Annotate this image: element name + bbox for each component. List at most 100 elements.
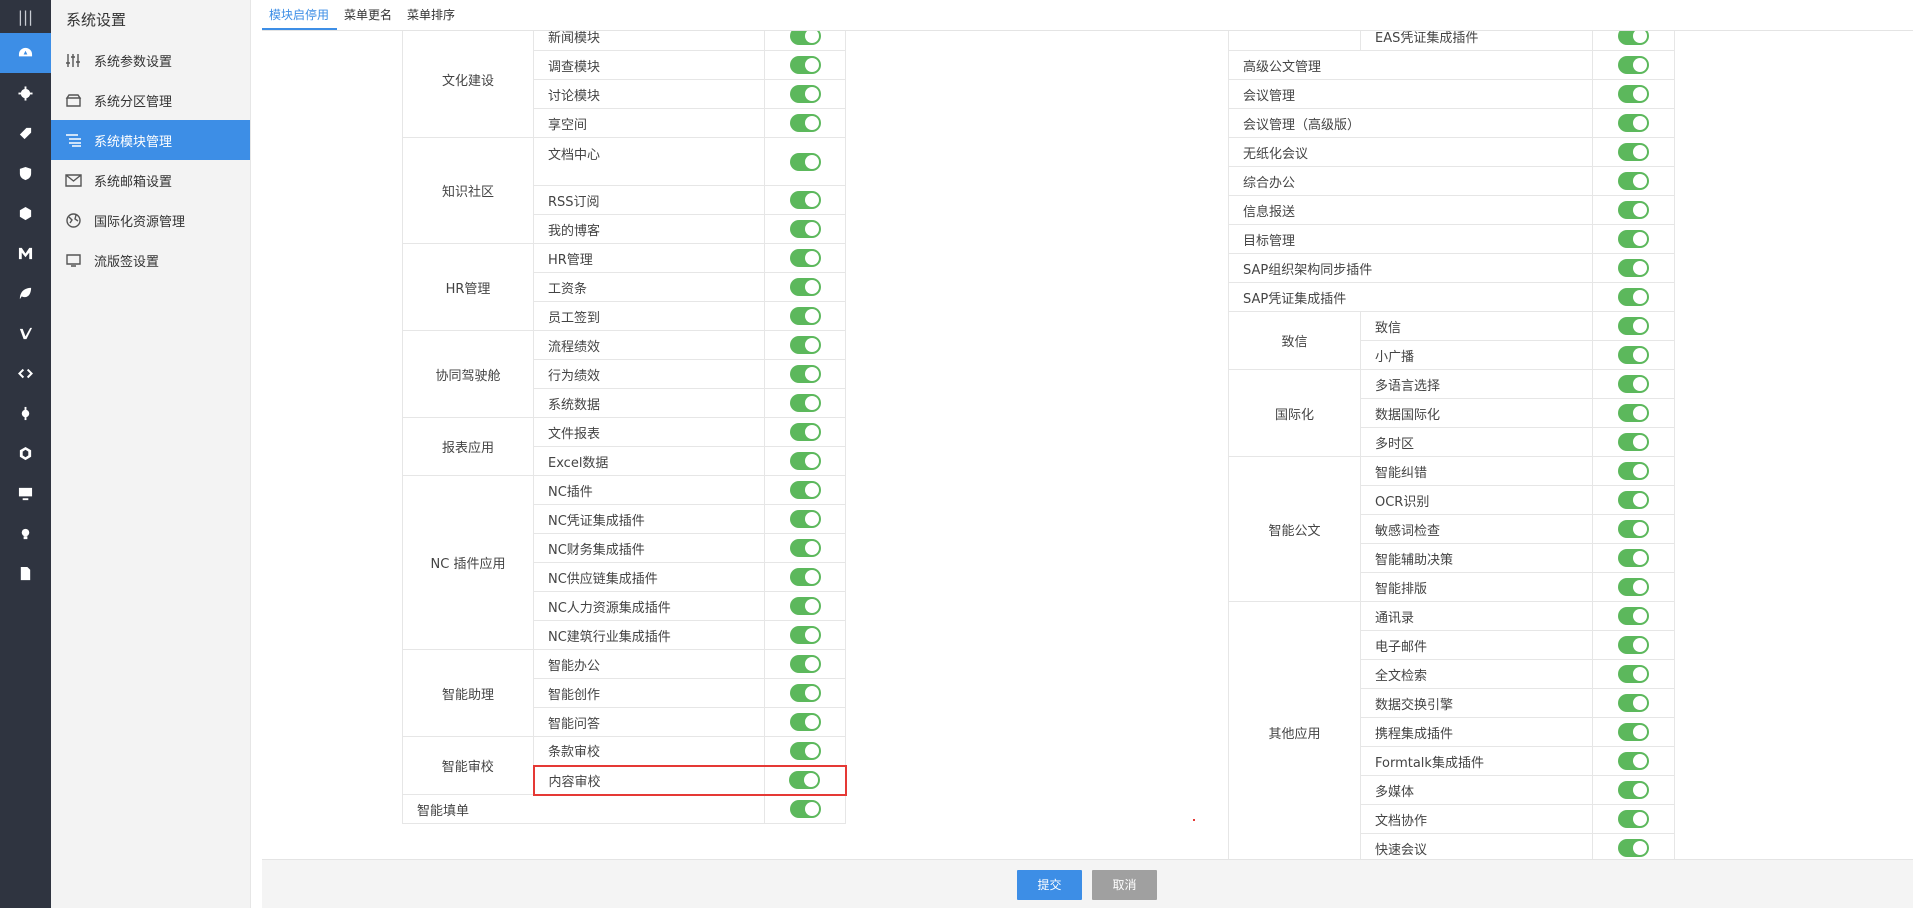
enable-toggle[interactable] <box>789 249 821 267</box>
enable-toggle[interactable] <box>789 626 821 644</box>
enable-toggle[interactable] <box>789 31 821 45</box>
enable-toggle[interactable] <box>1618 839 1649 857</box>
cube-icon[interactable] <box>0 433 51 473</box>
enable-toggle[interactable] <box>1618 433 1649 451</box>
enable-toggle[interactable] <box>789 597 821 615</box>
enable-toggle[interactable] <box>1618 462 1649 480</box>
enable-toggle[interactable] <box>789 539 821 557</box>
enable-toggle[interactable] <box>789 394 821 412</box>
shield-icon[interactable] <box>0 153 51 193</box>
enable-toggle[interactable] <box>789 85 821 103</box>
enable-toggle[interactable] <box>789 481 821 499</box>
toggle-cell <box>1592 166 1675 196</box>
tab[interactable]: 菜单更名 <box>337 0 400 30</box>
enable-toggle[interactable] <box>789 800 821 819</box>
enable-toggle[interactable] <box>1618 259 1649 277</box>
enable-toggle[interactable] <box>789 771 821 789</box>
dashboard-icon[interactable] <box>0 33 51 73</box>
enable-toggle[interactable] <box>789 307 821 325</box>
gear-icon[interactable] <box>0 73 51 113</box>
enable-toggle[interactable] <box>1618 230 1649 248</box>
enable-toggle[interactable] <box>1618 201 1649 219</box>
menu-item[interactable]: 国际化资源管理 <box>51 200 250 240</box>
table-row: 无纸化会议 <box>1228 137 1675 167</box>
enable-toggle[interactable] <box>1618 636 1649 654</box>
hamburger-icon[interactable]: ||| <box>0 0 51 33</box>
table-row: EAS凭证集成插件 <box>1228 31 1675 51</box>
enable-toggle[interactable] <box>789 336 821 354</box>
menu-item[interactable]: 系统分区管理 <box>51 80 250 120</box>
m-letter-icon[interactable] <box>0 233 51 273</box>
toggle-cell <box>1592 833 1675 859</box>
module-name: 综合办公 <box>1228 166 1593 196</box>
toggle-cell <box>1592 253 1675 283</box>
enable-toggle[interactable] <box>789 510 821 528</box>
enable-toggle[interactable] <box>1618 56 1649 74</box>
module-name: 多媒体 <box>1360 775 1593 805</box>
hexagon-icon[interactable] <box>0 193 51 233</box>
cancel-button[interactable]: 取消 <box>1092 870 1157 900</box>
enable-toggle[interactable] <box>789 365 821 383</box>
enable-toggle[interactable] <box>1618 665 1649 683</box>
toggle-cell <box>1592 485 1675 515</box>
enable-toggle[interactable] <box>1618 317 1649 335</box>
enable-toggle[interactable] <box>1618 143 1649 161</box>
enable-toggle[interactable] <box>1618 607 1649 625</box>
enable-toggle[interactable] <box>789 56 821 74</box>
enable-toggle[interactable] <box>1618 288 1649 306</box>
enable-toggle[interactable] <box>1618 781 1649 799</box>
enable-toggle[interactable] <box>789 655 821 673</box>
enable-toggle[interactable] <box>1618 520 1649 538</box>
enable-toggle[interactable] <box>1618 578 1649 596</box>
menu-item[interactable]: 系统邮箱设置 <box>51 160 250 200</box>
enable-toggle[interactable] <box>1618 85 1649 103</box>
tab[interactable]: 菜单排序 <box>400 0 463 30</box>
toggle-cell <box>1592 311 1675 341</box>
enable-toggle[interactable] <box>789 568 821 586</box>
enable-toggle[interactable] <box>789 152 821 171</box>
enable-toggle[interactable] <box>789 220 821 238</box>
enable-toggle[interactable] <box>789 423 821 441</box>
submit-button[interactable]: 提交 <box>1017 870 1082 900</box>
tab[interactable]: 模块启停用 <box>262 0 338 30</box>
enable-toggle[interactable] <box>789 741 821 760</box>
toggle-cell <box>1592 79 1675 109</box>
module-name: 享空间 <box>533 108 765 138</box>
module-name: 高级公文管理 <box>1228 50 1593 80</box>
enable-toggle[interactable] <box>1618 752 1649 770</box>
enable-toggle[interactable] <box>1618 375 1649 393</box>
toggle-cell <box>764 620 846 650</box>
tag-icon[interactable] <box>0 113 51 153</box>
enable-toggle[interactable] <box>1618 549 1649 567</box>
leaf-icon[interactable] <box>0 273 51 313</box>
cog-icon[interactable] <box>0 393 51 433</box>
menu-item[interactable]: 流版签设置 <box>51 240 250 280</box>
enable-toggle[interactable] <box>1618 723 1649 741</box>
menu-item[interactable]: 系统参数设置 <box>51 40 250 80</box>
menu-item[interactable]: 系统模块管理 <box>51 120 250 160</box>
enable-toggle[interactable] <box>1618 346 1649 364</box>
enable-toggle[interactable] <box>789 191 821 209</box>
enable-toggle[interactable] <box>1618 31 1649 45</box>
toggle-cell <box>764 475 846 505</box>
toggle-cell <box>1592 688 1675 718</box>
enable-toggle[interactable] <box>1618 114 1649 132</box>
enable-toggle[interactable] <box>789 713 821 731</box>
enable-toggle[interactable] <box>789 452 821 470</box>
toggle-cell <box>1592 369 1675 399</box>
bulb-icon[interactable] <box>0 513 51 553</box>
enable-toggle[interactable] <box>789 114 821 132</box>
monitor-icon[interactable] <box>0 473 51 513</box>
module-name: SAP组织架构同步插件 <box>1228 253 1593 283</box>
enable-toggle[interactable] <box>789 278 821 296</box>
enable-toggle[interactable] <box>1618 694 1649 712</box>
enable-toggle[interactable] <box>1618 172 1649 190</box>
document-icon[interactable] <box>0 553 51 593</box>
enable-toggle[interactable] <box>789 684 821 702</box>
v-letter-icon[interactable] <box>0 313 51 353</box>
enable-toggle[interactable] <box>1618 810 1649 828</box>
code-icon[interactable] <box>0 353 51 393</box>
enable-toggle[interactable] <box>1618 491 1649 509</box>
toggle-cell <box>1592 340 1675 370</box>
enable-toggle[interactable] <box>1618 404 1649 422</box>
